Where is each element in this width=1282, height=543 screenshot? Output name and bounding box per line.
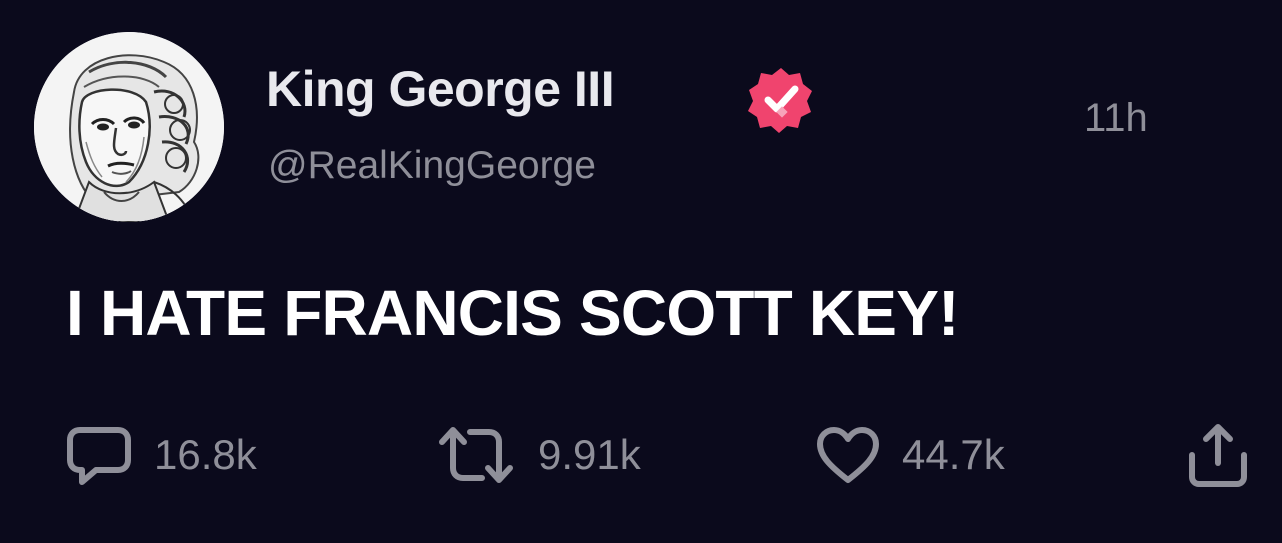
- user-handle[interactable]: @RealKingGeorge: [268, 144, 596, 188]
- verified-badge-icon: [746, 64, 816, 134]
- retweet-count: 9.91k: [538, 431, 641, 478]
- reply-button[interactable]: 16.8k: [66, 422, 257, 488]
- portrait-engraving: [34, 32, 224, 222]
- heart-icon: [816, 426, 880, 484]
- retweet-arrows-icon: [436, 424, 516, 486]
- reply-count: 16.8k: [154, 431, 257, 478]
- speech-bubble-icon: [66, 424, 132, 486]
- like-button[interactable]: 44.7k: [816, 422, 1005, 488]
- tweet-text: I HATE FRANCIS SCOTT KEY!: [66, 277, 959, 349]
- like-count: 44.7k: [902, 431, 1005, 478]
- avatar[interactable]: [34, 32, 224, 222]
- display-name[interactable]: King George III: [266, 60, 615, 118]
- share-button[interactable]: [1186, 422, 1250, 488]
- share-upload-icon: [1186, 421, 1250, 489]
- retweet-button[interactable]: 9.91k: [436, 422, 641, 488]
- timestamp[interactable]: 11h: [1084, 96, 1148, 141]
- tweet-card[interactable]: King George III @RealKingGeorge 11h I HA…: [0, 0, 1282, 543]
